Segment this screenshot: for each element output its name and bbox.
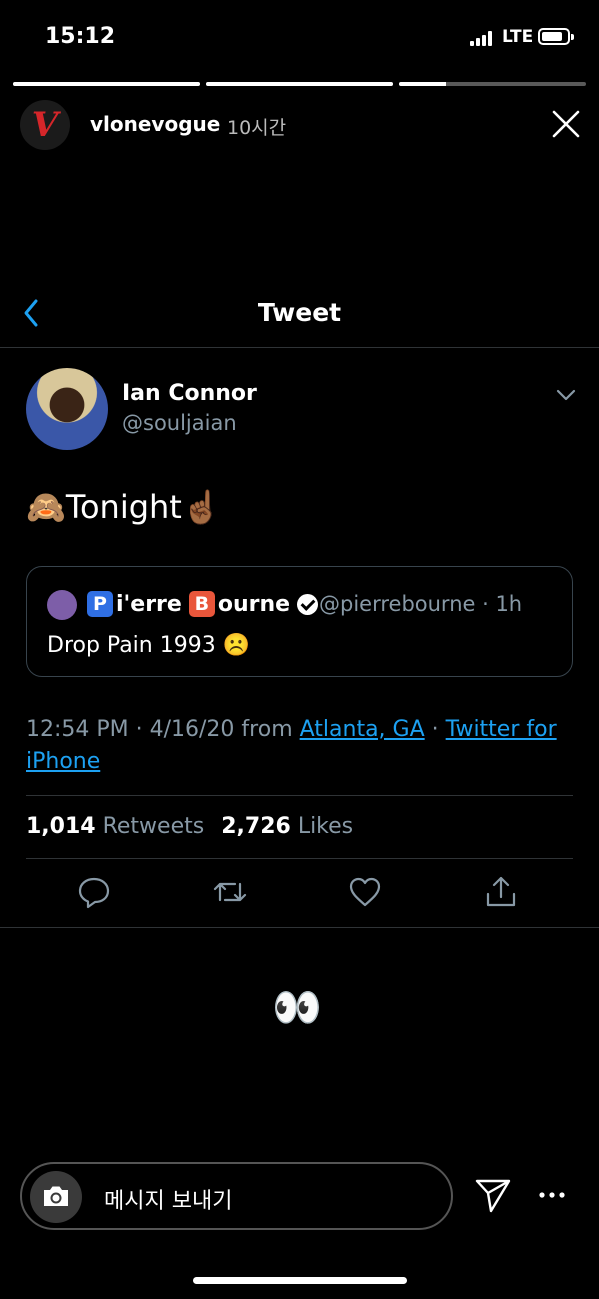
battery-icon — [538, 28, 574, 45]
quoted-text: Drop Pain 1993 ☹️ — [47, 633, 251, 658]
tweet-text: 🙈Tonight☝🏾 — [26, 488, 222, 526]
tweet-meta: 12:54 PM · 4/16/20 from Atlanta, GA · Tw… — [26, 714, 576, 778]
more-options-icon[interactable] — [538, 1186, 566, 1204]
quoted-handle-time: @pierrebourne · 1h — [319, 592, 523, 616]
story-progress-fill — [206, 82, 393, 86]
story-progress — [13, 82, 586, 86]
vlone-logo: V — [31, 105, 59, 145]
retweet-icon[interactable] — [212, 874, 248, 910]
retweets-label[interactable]: Retweets — [103, 814, 205, 839]
camera-icon — [44, 1186, 68, 1206]
network-type: LTE — [502, 27, 534, 47]
quoted-avatar — [47, 590, 77, 620]
status-time: 15:12 — [45, 24, 116, 49]
status-bar: 15:12 LTE — [0, 0, 599, 76]
story-username[interactable]: vlonevogue — [90, 112, 220, 136]
send-icon[interactable] — [474, 1176, 512, 1214]
likes-count[interactable]: 2,726 — [221, 814, 291, 839]
home-indicator[interactable] — [193, 1277, 407, 1284]
divider — [26, 795, 573, 796]
divider — [0, 927, 599, 928]
verified-badge-icon — [297, 593, 319, 615]
author-avatar[interactable] — [26, 368, 108, 450]
retweets-count[interactable]: 1,014 — [26, 814, 96, 839]
quoted-name-part: ourne — [217, 591, 291, 617]
close-icon[interactable] — [550, 108, 582, 140]
page-title: Tweet — [257, 298, 342, 327]
quoted-name-part: i'erre — [116, 591, 182, 617]
meta-separator: · — [431, 717, 439, 742]
camera-button[interactable] — [30, 1171, 82, 1223]
signal-icon — [470, 30, 494, 46]
divider — [26, 858, 573, 859]
story-avatar[interactable]: V — [20, 100, 70, 150]
story-progress-fill — [13, 82, 200, 86]
story-progress-fill — [399, 82, 446, 86]
story-header: V vlonevogue 10시간 — [20, 100, 585, 152]
likes-label[interactable]: Likes — [298, 814, 353, 839]
tweet-nav-bar: Tweet — [0, 286, 599, 348]
story-progress-segment — [206, 82, 393, 86]
story-time: 10시간 — [227, 117, 287, 139]
share-icon[interactable] — [483, 874, 519, 910]
tweet-actions — [0, 874, 599, 914]
message-input[interactable]: 메시지 보내기 — [20, 1162, 453, 1230]
tweet-stats: 1,014 Retweets 2,726 Likes — [26, 814, 363, 839]
location-link[interactable]: Atlanta, GA — [300, 717, 425, 742]
author-handle[interactable]: @souljaian — [122, 411, 237, 435]
eyes-sticker: 👀 — [272, 985, 322, 1031]
letter-b-emoji: B — [188, 591, 215, 617]
reply-icon[interactable] — [76, 874, 112, 910]
story-progress-segment — [13, 82, 200, 86]
story-progress-segment — [399, 82, 586, 86]
tweet-timestamp: 12:54 PM · 4/16/20 from — [26, 717, 293, 742]
chevron-down-icon[interactable] — [554, 386, 578, 404]
quoted-tweet[interactable]: P i'erre B ourne @pierrebourne · 1h Drop… — [26, 566, 573, 677]
author-name[interactable]: Ian Connor — [122, 381, 257, 406]
quoted-author-name: P i'erre B ourne — [87, 591, 319, 617]
letter-p-emoji: P — [87, 591, 113, 617]
message-placeholder: 메시지 보내기 — [104, 1189, 233, 1214]
like-heart-icon[interactable] — [347, 874, 383, 910]
